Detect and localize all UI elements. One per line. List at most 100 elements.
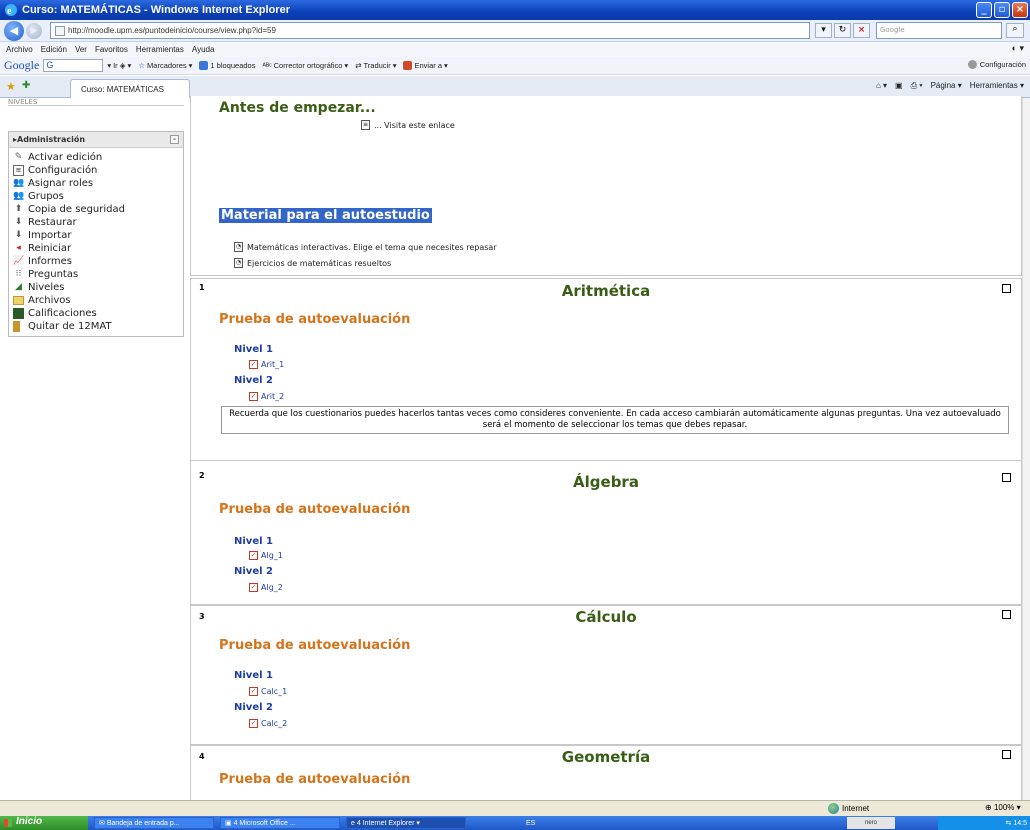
google-logo: Google (4, 58, 40, 72)
highlight-checkbox[interactable] (1002, 473, 1011, 482)
visit-link[interactable]: ≡... Visita este enlace (361, 120, 455, 130)
level-1-label: Nivel 1 (234, 670, 273, 681)
page-scrollbar[interactable] (1022, 98, 1030, 800)
menu-archivo[interactable]: Archivo (6, 45, 33, 54)
popup-blocker[interactable]: 1 bloqueados (199, 61, 255, 70)
google-search-input[interactable]: G (43, 59, 104, 72)
search-input[interactable]: Google (876, 22, 1002, 39)
quiz-link-1[interactable]: ✓ Calc_1 (249, 687, 287, 696)
admin-item-copia-seguridad[interactable]: ⬆ Copia de seguridad (13, 203, 183, 216)
menu-edicion[interactable]: Edición (41, 45, 67, 54)
settings-icon: ≡ (13, 165, 24, 176)
zoom-level[interactable]: ⊕ 100% ▾ (985, 803, 1021, 812)
marcadores-button[interactable]: ☆ Marcadores ▾ (138, 61, 192, 70)
address-bar[interactable]: http://moodle.upm.es/puntodeinicio/cours… (50, 22, 810, 39)
pencil-icon: ✎ (14, 152, 23, 162)
quiz-link-2[interactable]: ✓ Alg_2 (249, 583, 283, 592)
language-indicator[interactable]: ES (526, 820, 535, 827)
admin-item-importar[interactable]: ⬇ Importar (13, 229, 183, 242)
favorites-star-icon[interactable]: ★ (6, 80, 16, 93)
start-button[interactable]: Inicio (0, 816, 88, 830)
task-outlook[interactable]: ✉ Bandeja de entrada p... (94, 817, 214, 829)
security-zone[interactable]: Internet (828, 803, 869, 814)
google-ir-button[interactable]: ▾ Ir ◈ ▾ (107, 61, 131, 70)
send-to-button[interactable]: Enviar a ▾ (403, 61, 448, 70)
menu-ver[interactable]: Ver (75, 45, 87, 54)
section-0: Antes de empezar... ≡... Visita este enl… (190, 96, 1022, 276)
section-title: Geometría (561, 748, 651, 766)
admin-item-configuracion[interactable]: ≡ Configuración (13, 164, 183, 177)
spellcheck-button[interactable]: ᴬᴮᶜ Corrector ortográfico ▾ (262, 61, 348, 70)
admin-item-activar-edicion[interactable]: ✎ Activar edición (13, 151, 183, 164)
quiz-link-1[interactable]: ✓ Arit_1 (249, 360, 284, 369)
resource-link-1[interactable]: ◔ Matemáticas interactivas. Elige el tema… (234, 242, 497, 252)
section-title: Aritmética (561, 282, 651, 300)
quiz-link-2[interactable]: ✓ Calc_2 (249, 719, 287, 728)
blocker-icon (199, 61, 209, 70)
highlight-checkbox[interactable] (1002, 750, 1011, 759)
feeds-icon[interactable]: ▣ (895, 81, 903, 91)
status-bar: Internet ⊕ 100% ▾ (0, 800, 1030, 816)
task-office[interactable]: ▣ 4 Microsoft Office ... (220, 817, 340, 829)
task-ie[interactable]: e 4 Internet Explorer ▾ (346, 817, 466, 829)
admin-item-quitar[interactable]: Quitar de 12MAT (13, 320, 183, 333)
section-title: Álgebra (573, 473, 639, 491)
add-favorite-icon[interactable]: ✚ (22, 80, 30, 91)
address-dropdown-button[interactable]: ▾ (815, 23, 832, 38)
hide-block-button[interactable]: – (170, 135, 179, 144)
menu-ayuda[interactable]: Ayuda (192, 45, 215, 54)
print-icon[interactable]: ⎙ ▾ (911, 81, 923, 91)
close-window-button[interactable]: × (1012, 2, 1028, 18)
ie-toolbar-icon[interactable]: ◐ ▾ (1012, 43, 1024, 54)
globe-icon (828, 803, 839, 814)
tab-curso[interactable]: Curso: MATEMÁTICAS (70, 79, 190, 98)
course-content: Antes de empezar... ≡... Visita este enl… (190, 96, 1022, 805)
menu-herramientas[interactable]: Herramientas (136, 45, 184, 54)
admin-item-archivos[interactable]: Archivos (13, 294, 183, 307)
google-config-button[interactable]: Configuración (967, 60, 1026, 69)
highlight-checkbox[interactable] (1002, 610, 1011, 619)
grades-icon (13, 308, 24, 319)
translate-button[interactable]: ⇄ Traducir ▾ (355, 61, 396, 70)
tools-menu[interactable]: Herramientas ▾ (970, 81, 1024, 91)
spellcheck-icon: ᴬᴮᶜ (262, 61, 272, 70)
quiz-link-2[interactable]: ✓ Arit_2 (249, 392, 284, 401)
menu-favoritos[interactable]: Favoritos (95, 45, 128, 54)
search-button[interactable]: ⌕ (1006, 23, 1024, 38)
admin-item-preguntas[interactable]: ⁝⁝ Preguntas (13, 268, 183, 281)
nero-tray-item[interactable]: nero (847, 817, 895, 829)
section-subtitle: Prueba de autoevaluación (219, 312, 411, 327)
config-icon (967, 60, 977, 69)
admin-item-grupos[interactable]: 👥 Grupos (13, 190, 183, 203)
network-icon[interactable]: ⇆ (1006, 819, 1012, 827)
forward-button[interactable]: ▶ (26, 22, 42, 39)
back-button[interactable]: ◀ (4, 20, 24, 41)
resource-link-2[interactable]: ◔ Ejercicios de matemáticas resueltos (234, 258, 391, 268)
resource-icon: ◔ (234, 258, 243, 268)
section-2: 2 Álgebra Prueba de autoevaluación Nivel… (190, 460, 1022, 605)
quiz-link-1[interactable]: ✓ Alg_1 (249, 551, 283, 560)
address-toolbar: ◀ ▶ http://moodle.upm.es/puntodeinicio/c… (0, 20, 1030, 42)
tab-bar: ★ ✚ Curso: MATEMÁTICAS ⌂ ▾ ▣ ⎙ ▾ Página … (0, 76, 1030, 98)
section-subtitle: Prueba de autoevaluación (219, 772, 411, 787)
home-icon[interactable]: ⌂ ▾ (876, 81, 887, 91)
web-page-icon: ≡ (361, 120, 370, 130)
admin-item-niveles[interactable]: ◢ Niveles (13, 281, 183, 294)
minimize-button[interactable]: _ (976, 2, 992, 18)
highlight-checkbox[interactable] (1002, 284, 1011, 293)
admin-item-restaurar[interactable]: ⬇ Restaurar (13, 216, 183, 229)
svg-text:e: e (7, 6, 12, 17)
admin-item-asignar-roles[interactable]: 👥 Asignar roles (13, 177, 183, 190)
maximize-button[interactable]: ▫ (994, 2, 1010, 18)
admin-item-reiniciar[interactable]: ◂ Reiniciar (13, 242, 183, 255)
admin-item-informes[interactable]: 📈 Informes (13, 255, 183, 268)
stop-button[interactable]: × (853, 23, 870, 38)
quiz-icon: ✓ (249, 719, 258, 728)
section-title: Cálculo (575, 608, 637, 626)
refresh-button[interactable]: ↻ (834, 23, 851, 38)
page-menu[interactable]: Página ▾ (931, 81, 962, 91)
admin-item-calificaciones[interactable]: Calificaciones (13, 307, 183, 320)
import-icon: ⬇ (14, 230, 23, 240)
office-icon: ▣ (225, 820, 232, 827)
clock: 14:5 (1013, 819, 1027, 827)
